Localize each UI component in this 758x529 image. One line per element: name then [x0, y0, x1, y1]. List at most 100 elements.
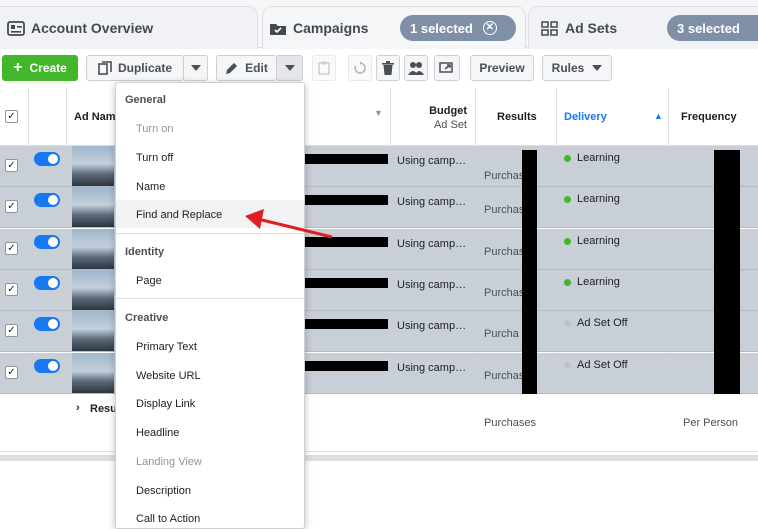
row-checkbox[interactable]: ✓	[5, 324, 18, 337]
menu-separator	[116, 298, 304, 299]
header-results[interactable]: Results	[497, 111, 537, 123]
table-row[interactable]: ✓ Using camp… Purchas Learning	[0, 229, 758, 270]
table-row[interactable]: ✓ Using camp… Purcha Ad Set Off	[0, 311, 758, 352]
edit-button[interactable]: Edit	[216, 55, 277, 81]
menu-item-display-link[interactable]: Display Link	[136, 398, 195, 410]
menu-item-description[interactable]: Description	[136, 485, 191, 497]
menu-header-creative: Creative	[125, 312, 169, 324]
duplicate-button[interactable]: Duplicate	[86, 55, 184, 81]
menu-item-turn-off[interactable]: Turn off	[136, 152, 173, 164]
duplicate-label: Duplicate	[117, 61, 172, 75]
table-row[interactable]: ✓ Using camp… Purchas Learning	[0, 270, 758, 311]
row-results: Purchas	[484, 170, 522, 182]
tab-bar: Account Overview Campaigns 1 selected ✕ …	[0, 0, 758, 49]
row-toggle[interactable]	[34, 359, 60, 373]
menu-item-call-to-action[interactable]: Call to Action	[136, 513, 200, 525]
row-toggle[interactable]	[34, 152, 60, 166]
delivery-status-dot	[564, 319, 571, 327]
row-delivery: Learning	[564, 235, 620, 247]
menu-item-turn-on[interactable]: Turn on	[136, 123, 174, 135]
header-budget[interactable]: Budget	[427, 105, 467, 117]
archive-button[interactable]	[312, 55, 336, 81]
menu-item-page[interactable]: Page	[136, 275, 162, 287]
header-delivery[interactable]: Delivery	[564, 111, 607, 123]
tab-campaigns-label: Campaigns	[293, 20, 369, 36]
folder-check-icon	[270, 23, 286, 35]
revert-button[interactable]	[348, 55, 372, 81]
rules-label: Rules	[551, 61, 585, 75]
table-row[interactable]: ✓ Using camp… Purchas Learning	[0, 146, 758, 187]
redaction-bar	[300, 154, 388, 164]
share-icon	[439, 62, 453, 73]
delivery-status-dot	[564, 154, 571, 162]
row-toggle[interactable]	[34, 276, 60, 290]
red-arrow-annotation	[245, 209, 333, 239]
delivery-status-label: Learning	[577, 152, 620, 164]
delivery-status-label: Learning	[577, 276, 620, 288]
delivery-status-label: Ad Set Off	[577, 317, 628, 329]
row-toggle[interactable]	[34, 193, 60, 207]
campaigns-selected-pill[interactable]: 1 selected ✕	[400, 15, 516, 41]
tab-ad-sets-label: Ad Sets	[565, 20, 618, 36]
ad-thumbnail[interactable]	[72, 187, 114, 227]
audience-button[interactable]	[404, 55, 428, 81]
row-checkbox[interactable]: ✓	[5, 283, 18, 296]
ad-sets-selected-pill[interactable]: 3 selected	[667, 15, 758, 41]
redaction-bar	[522, 150, 537, 414]
menu-item-primary-text[interactable]: Primary Text	[136, 341, 197, 353]
row-checkbox[interactable]: ✓	[5, 200, 18, 213]
row-budget: Using camp…	[397, 155, 467, 167]
chevron-down-icon	[284, 65, 295, 71]
rules-button[interactable]: Rules	[542, 55, 612, 81]
row-toggle[interactable]	[34, 317, 60, 331]
row-results: Purchas	[484, 370, 522, 382]
expand-chevron-icon[interactable]: ›	[76, 402, 80, 414]
delivery-status-dot	[564, 237, 571, 245]
menu-item-name[interactable]: Name	[136, 181, 165, 193]
select-all-checkbox[interactable]: ✓	[5, 110, 18, 123]
ad-sets-selected-label: 3 selected	[677, 20, 740, 36]
delivery-status-dot	[564, 361, 571, 369]
create-button[interactable]: + Create	[2, 55, 78, 81]
row-results: Purcha	[484, 328, 519, 340]
row-checkbox[interactable]: ✓	[5, 159, 18, 172]
row-toggle[interactable]	[34, 235, 60, 249]
pencil-icon	[226, 62, 238, 74]
ad-thumbnail[interactable]	[72, 270, 114, 310]
row-checkbox[interactable]: ✓	[5, 366, 18, 379]
sort-ascending-icon[interactable]: ▲	[654, 111, 663, 121]
preview-button[interactable]: Preview	[470, 55, 534, 81]
ad-thumbnail[interactable]	[72, 353, 114, 393]
menu-header-identity: Identity	[125, 246, 165, 258]
sort-icon[interactable]: ▼	[374, 108, 383, 118]
create-label: Create	[29, 61, 67, 75]
menu-item-find-replace[interactable]: Find and Replace	[136, 209, 222, 221]
delivery-status-dot	[564, 195, 571, 203]
row-checkbox[interactable]: ✓	[5, 242, 18, 255]
table-row[interactable]: ✓ Using camp… Purchas Learning	[0, 187, 758, 228]
header-ad-name[interactable]: Ad Nam	[74, 111, 116, 123]
summary-frequency: Per Person	[683, 417, 739, 429]
delete-button[interactable]	[376, 55, 400, 81]
tab-account-overview[interactable]: Account Overview	[0, 6, 258, 49]
menu-item-headline[interactable]: Headline	[136, 427, 179, 439]
edit-dropdown-button[interactable]	[276, 55, 303, 81]
summary-label: Resu	[90, 403, 117, 415]
tab-account-overview-label: Account Overview	[31, 20, 154, 36]
duplicate-dropdown-button[interactable]	[183, 55, 208, 81]
horizontal-scrollbar[interactable]	[0, 455, 758, 461]
row-delivery: Learning	[564, 193, 620, 205]
menu-item-landing-view[interactable]: Landing View	[136, 456, 202, 468]
menu-item-website-url[interactable]: Website URL	[136, 370, 201, 382]
redaction-bar	[300, 278, 388, 288]
table-row[interactable]: ✓ Using camp… Purchas Ad Set Off	[0, 353, 758, 394]
preview-label: Preview	[479, 61, 525, 75]
header-frequency[interactable]: Frequency	[681, 111, 737, 123]
edit-dropdown-menu: General Turn on Turn off Name Find and R…	[115, 82, 305, 529]
export-button[interactable]	[434, 55, 460, 81]
clear-selection-icon[interactable]: ✕	[482, 21, 497, 35]
ad-thumbnail[interactable]	[72, 311, 114, 351]
ad-thumbnail[interactable]	[72, 146, 114, 186]
ad-thumbnail[interactable]	[72, 229, 114, 269]
grid-icon	[541, 20, 558, 36]
